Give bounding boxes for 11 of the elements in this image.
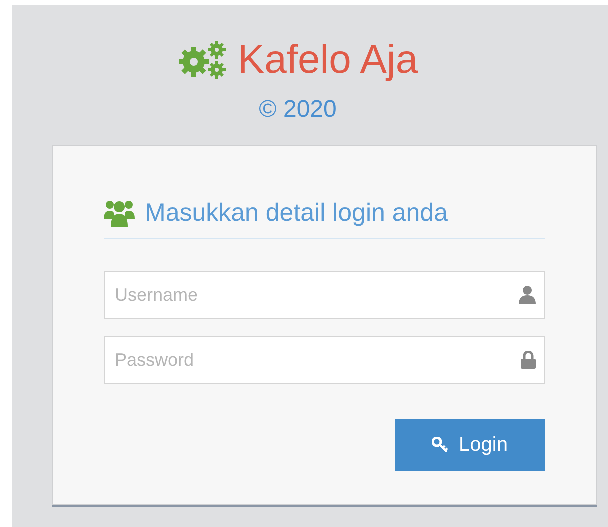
gears-icon <box>178 40 228 80</box>
username-field[interactable]: Username <box>104 271 545 319</box>
login-button[interactable]: Login <box>395 419 545 471</box>
key-icon <box>432 437 450 453</box>
app-title: Kafelo Aja <box>238 37 418 84</box>
login-heading: Masukkan detail login anda <box>145 198 448 228</box>
lock-icon <box>521 351 536 369</box>
user-icon <box>519 286 536 304</box>
password-field[interactable]: Password <box>104 336 545 384</box>
users-icon <box>104 199 135 227</box>
copyright-text: © 2020 <box>259 95 337 125</box>
